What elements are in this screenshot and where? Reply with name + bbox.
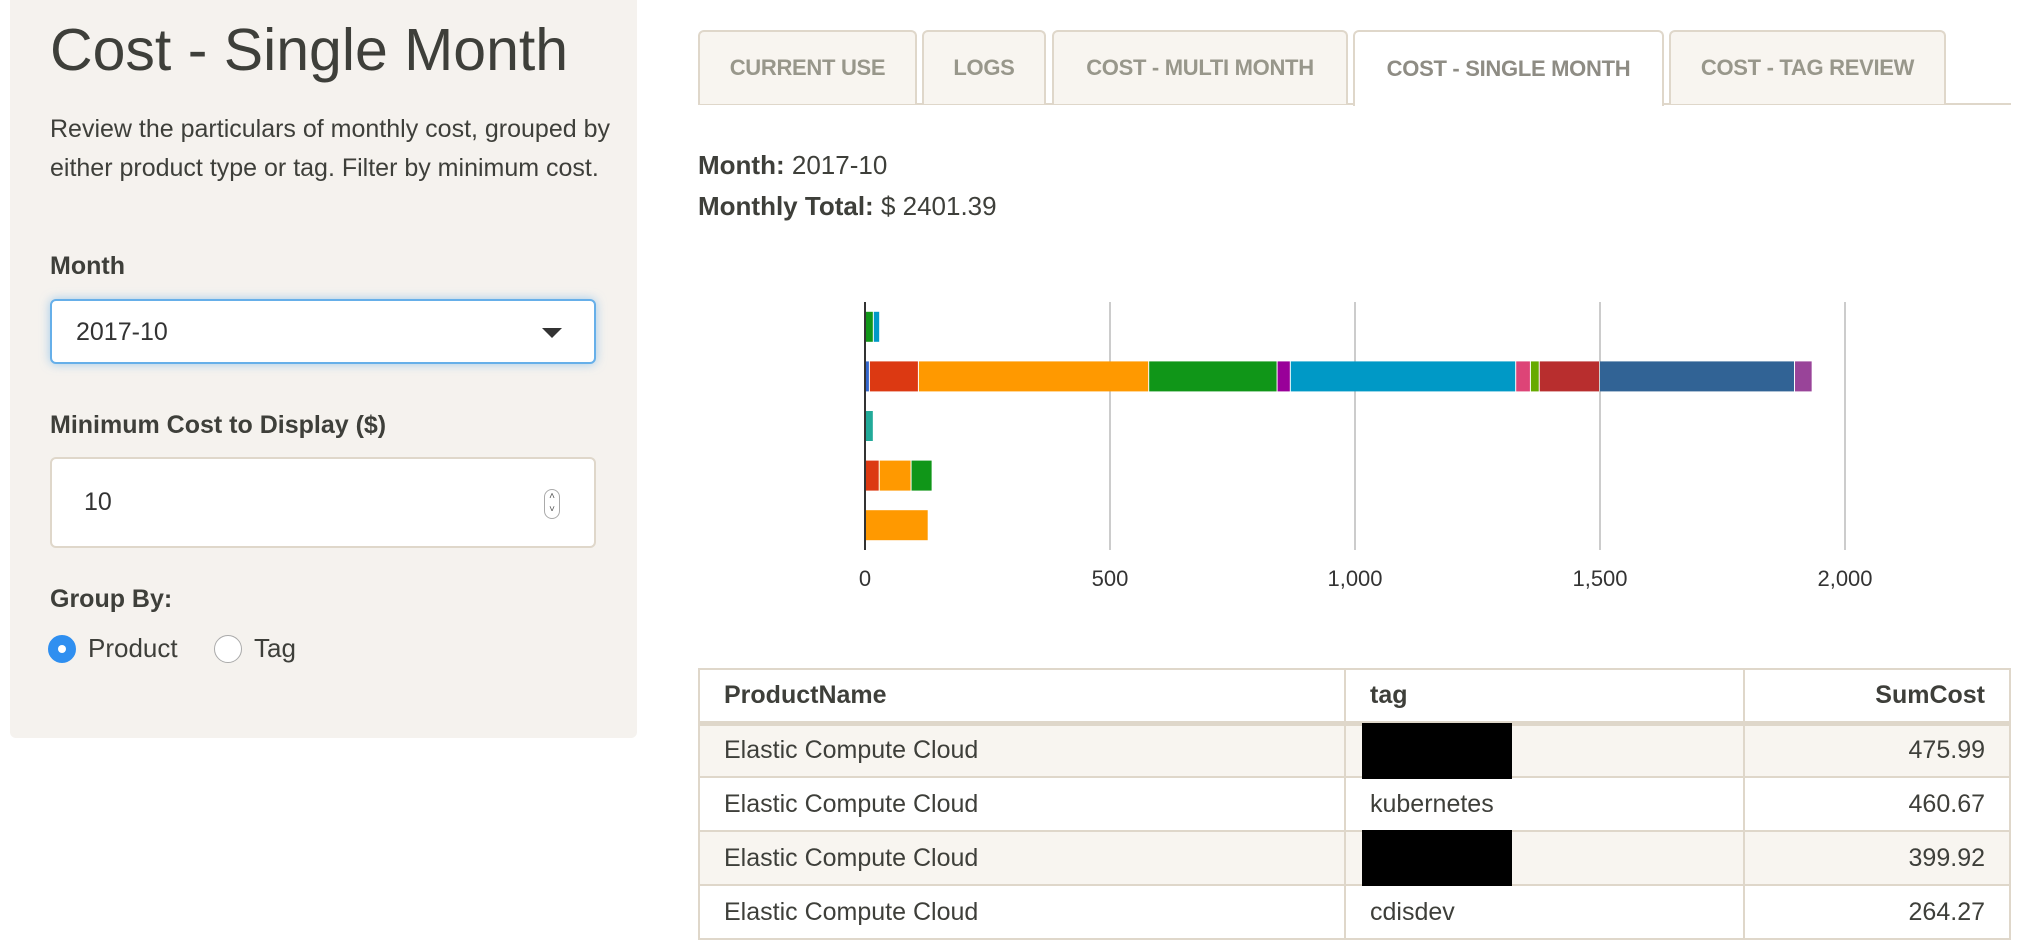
bar-segment[interactable] bbox=[873, 311, 880, 342]
bar-segment[interactable] bbox=[1795, 361, 1812, 392]
bar-segment[interactable] bbox=[1277, 361, 1290, 392]
bar-segment[interactable] bbox=[911, 460, 932, 491]
product-cell: Elastic Compute Cloud bbox=[698, 884, 1346, 940]
table-row: Elastic Compute Cloud kubernetes 460.67 bbox=[698, 776, 2011, 832]
x-tick-label: 0 bbox=[859, 566, 871, 591]
bar-segment[interactable] bbox=[1600, 361, 1795, 392]
x-tick-label: 2,000 bbox=[1817, 566, 1872, 591]
tag-cell bbox=[1344, 830, 1745, 886]
cost-table: ProductName tag SumCost Elastic Compute … bbox=[698, 668, 2011, 940]
radio-tag-label: Tag bbox=[254, 633, 296, 663]
tag-cell bbox=[1344, 722, 1745, 779]
bar-segment[interactable] bbox=[865, 510, 928, 541]
radio-product[interactable]: Product bbox=[48, 633, 178, 664]
bar-segment[interactable] bbox=[1290, 361, 1516, 392]
x-tick-label: 1,500 bbox=[1572, 566, 1627, 591]
table-row: Elastic Compute Cloud 399.92 bbox=[698, 830, 2011, 886]
bar-segment[interactable] bbox=[865, 311, 873, 342]
bar-segment[interactable] bbox=[1516, 361, 1530, 392]
cost-cell: 264.27 bbox=[1743, 884, 2011, 940]
tag-cell: kubernetes bbox=[1344, 776, 1745, 832]
x-tick-label: 1,000 bbox=[1327, 566, 1382, 591]
bar-segment[interactable] bbox=[1149, 361, 1277, 392]
redacted-block bbox=[1362, 722, 1512, 779]
bar-segment[interactable] bbox=[1530, 361, 1539, 392]
header-productname[interactable]: ProductName bbox=[698, 668, 1346, 726]
radio-tag[interactable]: Tag bbox=[214, 633, 296, 664]
cost-cell: 399.92 bbox=[1743, 830, 2011, 886]
bar-segment[interactable] bbox=[918, 361, 1149, 392]
product-cell: Elastic Compute Cloud bbox=[698, 722, 1346, 778]
table-row: Elastic Compute Cloud 475.99 bbox=[698, 722, 2011, 779]
radio-unselected-icon[interactable] bbox=[214, 634, 242, 663]
table-header-row: ProductName tag SumCost bbox=[698, 668, 2011, 726]
bar-segment[interactable] bbox=[869, 361, 918, 392]
x-tick-label: 500 bbox=[1092, 566, 1129, 591]
bar-segment[interactable] bbox=[865, 460, 879, 491]
bar-segment[interactable] bbox=[865, 411, 873, 441]
cost-bar-chart: 0 500 1,000 1,500 2,000 bbox=[859, 302, 1873, 591]
tag-cell: cdisdev bbox=[1344, 884, 1745, 940]
cost-cell: 475.99 bbox=[1743, 722, 2011, 778]
header-sumcost[interactable]: SumCost bbox=[1743, 668, 2011, 726]
radio-product-label: Product bbox=[88, 633, 178, 663]
product-cell: Elastic Compute Cloud bbox=[698, 776, 1346, 832]
radio-selected-icon[interactable] bbox=[48, 634, 76, 663]
header-tag[interactable]: tag bbox=[1344, 668, 1745, 726]
product-cell: Elastic Compute Cloud bbox=[698, 830, 1346, 886]
bar-segment[interactable] bbox=[1539, 361, 1599, 392]
redacted-block bbox=[1362, 830, 1512, 886]
table-row: Elastic Compute Cloud cdisdev 264.27 bbox=[698, 884, 2011, 940]
bar-segment[interactable] bbox=[879, 460, 911, 491]
cost-cell: 460.67 bbox=[1743, 776, 2011, 832]
